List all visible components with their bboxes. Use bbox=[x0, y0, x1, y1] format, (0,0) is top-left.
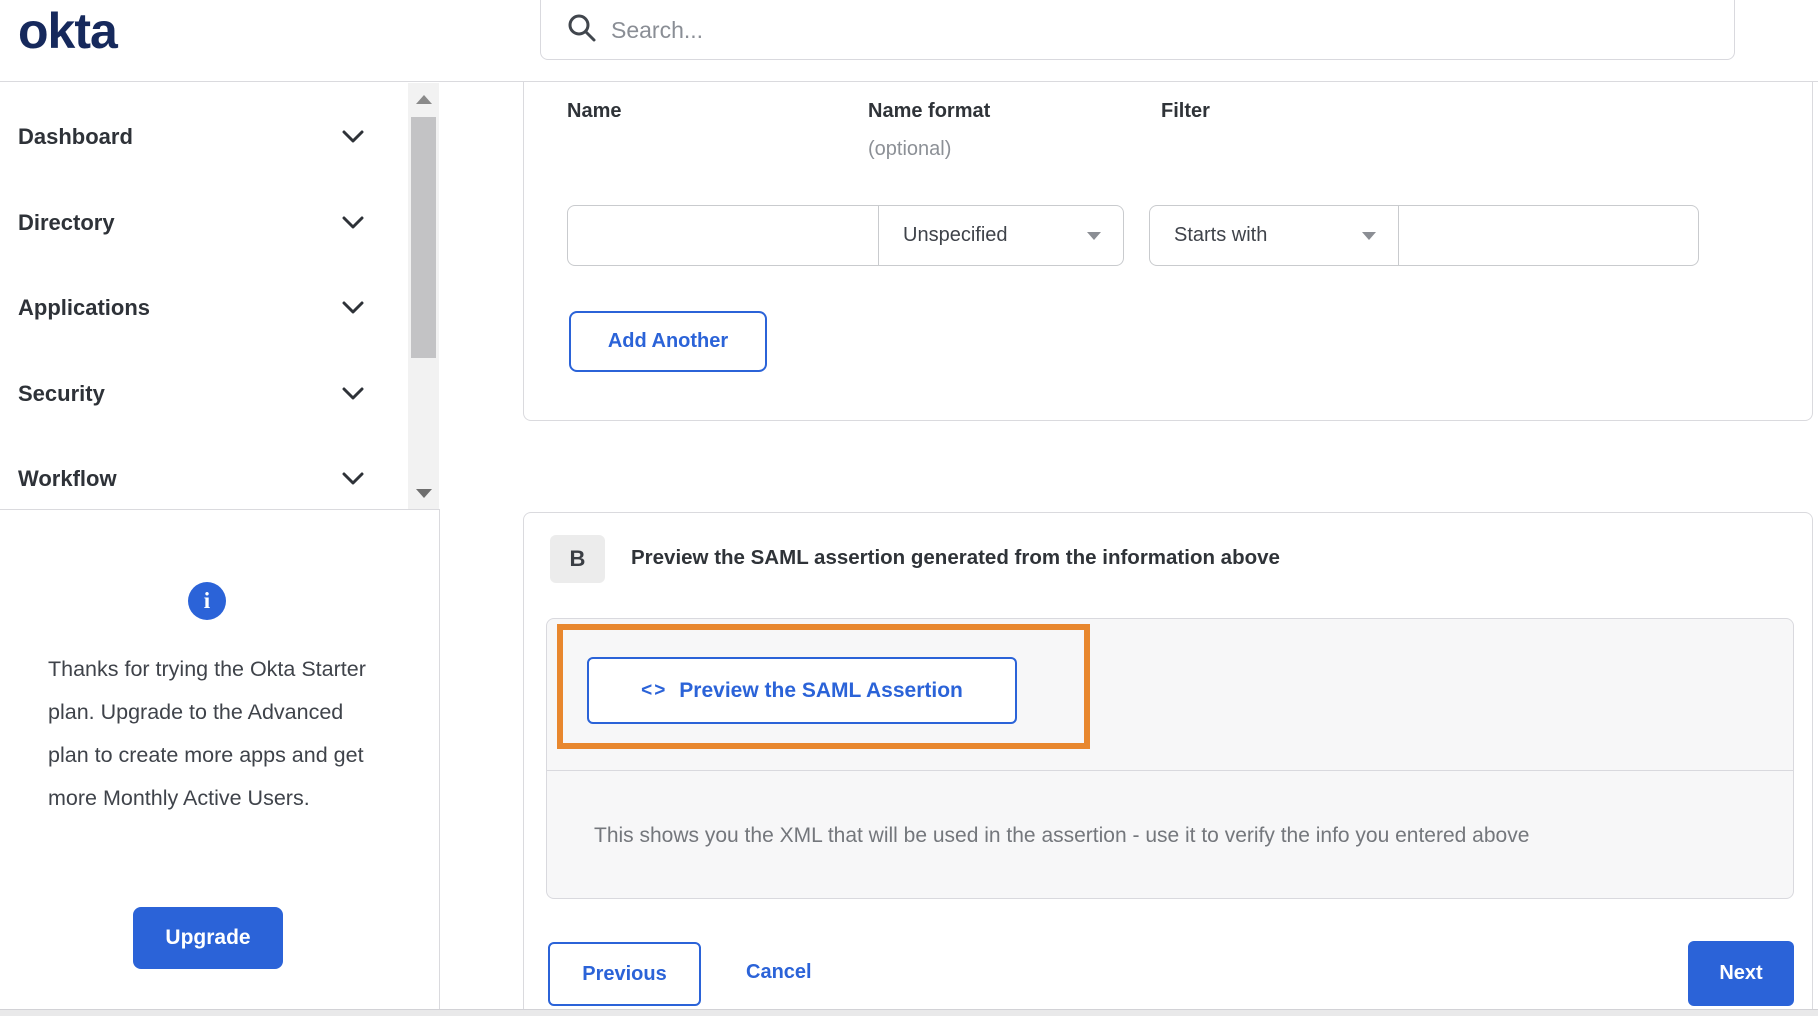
name-column-label: Name bbox=[567, 100, 622, 122]
chevron-down-icon bbox=[342, 301, 364, 315]
next-button[interactable]: Next bbox=[1688, 941, 1794, 1006]
attribute-statement-card: Name Name format (optional) Filter Unspe… bbox=[523, 82, 1813, 421]
previous-button[interactable]: Previous bbox=[548, 942, 701, 1006]
name-format-column-label: Name format bbox=[868, 100, 991, 122]
upgrade-button[interactable]: Upgrade bbox=[133, 907, 283, 969]
info-icon: i bbox=[188, 582, 226, 620]
preview-panel: <> Preview the SAML Assertion This shows… bbox=[546, 618, 1794, 899]
chevron-down-icon bbox=[342, 216, 364, 230]
okta-logo: okta bbox=[18, 3, 118, 59]
chevron-down-icon bbox=[342, 387, 364, 401]
filter-value-input[interactable] bbox=[1399, 205, 1699, 266]
dropdown-arrow-icon bbox=[1362, 231, 1376, 240]
preview-panel-top: <> Preview the SAML Assertion bbox=[547, 619, 1793, 771]
global-search[interactable] bbox=[540, 0, 1735, 60]
saml-preview-card: B Preview the SAML assertion generated f… bbox=[523, 512, 1813, 1009]
search-input[interactable] bbox=[611, 16, 1511, 44]
chevron-down-icon bbox=[342, 472, 364, 486]
sidebar-scrollbar[interactable] bbox=[408, 83, 439, 509]
scrollbar-thumb[interactable] bbox=[411, 117, 436, 358]
sidebar-item-directory[interactable]: Directory bbox=[0, 190, 406, 256]
chevron-down-icon bbox=[342, 130, 364, 144]
scroll-down-button[interactable] bbox=[408, 477, 439, 509]
bottom-edge-strip bbox=[0, 1009, 1818, 1016]
sidebar-nav: Dashboard Directory Applications Securit… bbox=[0, 82, 440, 510]
search-icon bbox=[567, 13, 597, 48]
section-b-badge: B bbox=[550, 535, 605, 583]
add-another-button[interactable]: Add Another bbox=[569, 311, 767, 372]
attribute-name-input[interactable] bbox=[567, 205, 879, 266]
name-format-select[interactable]: Unspecified bbox=[879, 205, 1124, 266]
top-header: okta bbox=[0, 0, 1818, 82]
scroll-up-button[interactable] bbox=[408, 83, 439, 115]
sidebar-item-security[interactable]: Security bbox=[0, 361, 406, 427]
preview-saml-assertion-button[interactable]: <> Preview the SAML Assertion bbox=[587, 657, 1017, 724]
triangle-up-icon bbox=[415, 94, 432, 104]
section-b-title: Preview the SAML assertion generated fro… bbox=[631, 546, 1280, 569]
sidebar-item-applications[interactable]: Applications bbox=[0, 275, 406, 341]
sidebar-item-workflow[interactable]: Workflow bbox=[0, 446, 406, 512]
preview-description: This shows you the XML that will be used… bbox=[594, 823, 1530, 847]
plan-promo-text: Thanks for trying the Okta Starter plan.… bbox=[48, 657, 366, 810]
triangle-down-icon bbox=[415, 488, 432, 498]
sidebar-item-dashboard[interactable]: Dashboard bbox=[0, 104, 406, 170]
optional-note: (optional) bbox=[868, 138, 952, 160]
dropdown-arrow-icon bbox=[1087, 231, 1101, 240]
code-icon: <> bbox=[641, 679, 668, 701]
cancel-link[interactable]: Cancel bbox=[746, 961, 812, 984]
filter-type-select[interactable]: Starts with bbox=[1149, 205, 1399, 266]
filter-column-label: Filter bbox=[1161, 100, 1210, 122]
